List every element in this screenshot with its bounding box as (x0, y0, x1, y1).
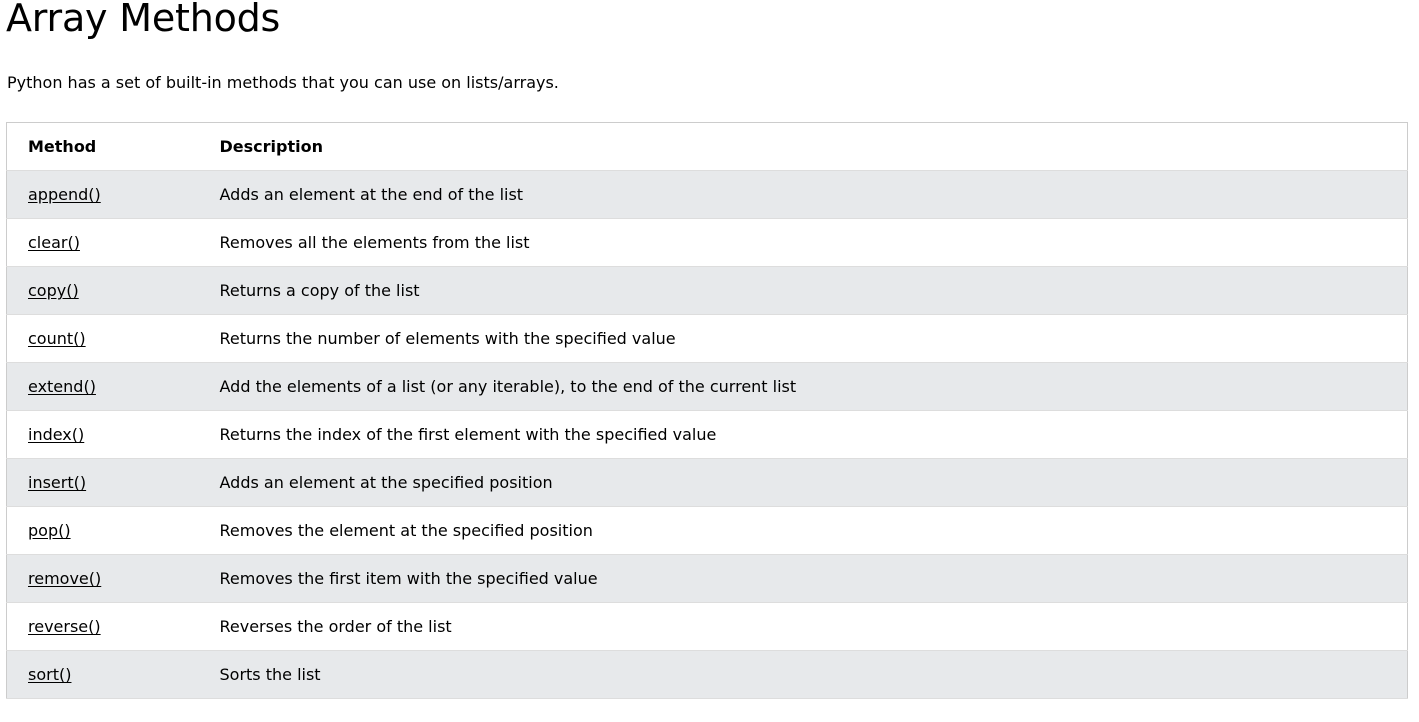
intro-text: Python has a set of built-in methods tha… (7, 73, 559, 92)
method-link-insert[interactable]: insert() (28, 473, 86, 492)
description-cell: Returns the number of elements with the … (198, 314, 1408, 363)
method-link-append[interactable]: append() (28, 185, 101, 204)
method-cell: clear() (6, 218, 199, 267)
table-row: count() Returns the number of elements w… (6, 314, 1408, 363)
method-cell: index() (6, 410, 199, 459)
table-row: reverse() Reverses the order of the list (6, 602, 1408, 651)
description-cell: Removes all the elements from the list (198, 218, 1408, 267)
table-body: append() Adds an element at the end of t… (6, 170, 1408, 699)
method-cell: sort() (6, 650, 199, 699)
table-row: append() Adds an element at the end of t… (6, 170, 1408, 219)
table-header-row: Method Description (6, 122, 1408, 171)
method-cell: insert() (6, 458, 199, 507)
table-row: clear() Removes all the elements from th… (6, 218, 1408, 267)
description-cell: Removes the first item with the specifie… (198, 554, 1408, 603)
header-description: Description (198, 122, 1408, 171)
page-title: Array Methods (6, 0, 281, 40)
method-cell: reverse() (6, 602, 199, 651)
table-row: insert() Adds an element at the specifie… (6, 458, 1408, 507)
method-link-clear[interactable]: clear() (28, 233, 80, 252)
table-row: remove() Removes the first item with the… (6, 554, 1408, 603)
table-row: sort() Sorts the list (6, 650, 1408, 699)
method-cell: append() (6, 170, 199, 219)
method-link-remove[interactable]: remove() (28, 569, 101, 588)
method-link-extend[interactable]: extend() (28, 377, 96, 396)
description-cell: Returns a copy of the list (198, 266, 1408, 315)
description-cell: Add the elements of a list (or any itera… (198, 362, 1408, 411)
description-cell: Adds an element at the specified positio… (198, 458, 1408, 507)
description-cell: Adds an element at the end of the list (198, 170, 1408, 219)
description-cell: Removes the element at the specified pos… (198, 506, 1408, 555)
method-cell: extend() (6, 362, 199, 411)
table-row: pop() Removes the element at the specifi… (6, 506, 1408, 555)
method-link-sort[interactable]: sort() (28, 665, 71, 684)
table-row: index() Returns the index of the first e… (6, 410, 1408, 459)
description-cell: Reverses the order of the list (198, 602, 1408, 651)
method-cell: copy() (6, 266, 199, 315)
method-cell: pop() (6, 506, 199, 555)
method-link-copy[interactable]: copy() (28, 281, 79, 300)
table-header: Method Description (6, 122, 1408, 171)
table-row: copy() Returns a copy of the list (6, 266, 1408, 315)
method-link-index[interactable]: index() (28, 425, 84, 444)
header-method: Method (6, 122, 199, 171)
method-link-count[interactable]: count() (28, 329, 86, 348)
table-row: extend() Add the elements of a list (or … (6, 362, 1408, 411)
description-cell: Sorts the list (198, 650, 1408, 699)
method-cell: remove() (6, 554, 199, 603)
method-link-reverse[interactable]: reverse() (28, 617, 101, 636)
method-link-pop[interactable]: pop() (28, 521, 71, 540)
method-cell: count() (6, 314, 199, 363)
methods-table: Method Description append() Adds an elem… (6, 122, 1408, 699)
description-cell: Returns the index of the first element w… (198, 410, 1408, 459)
